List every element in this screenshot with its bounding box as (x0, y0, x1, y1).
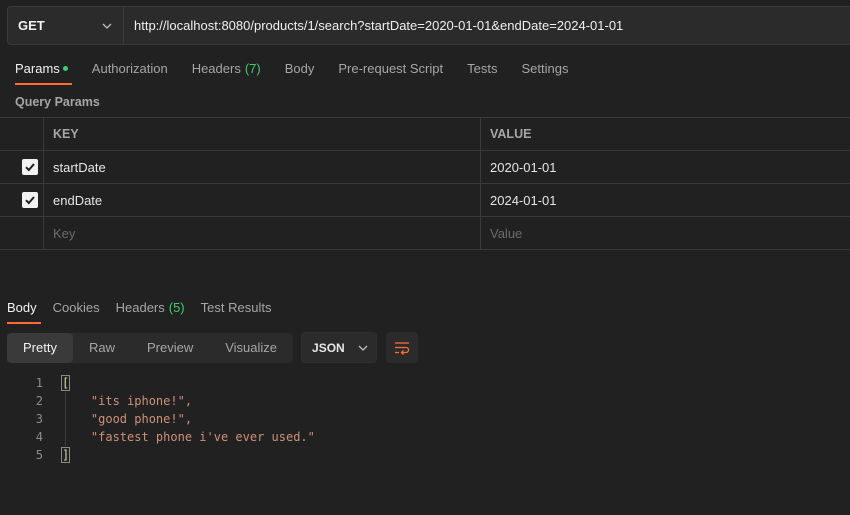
close-bracket: ] (60, 447, 71, 463)
method-select[interactable]: GET (8, 7, 124, 44)
param-checkbox[interactable] (21, 192, 38, 208)
query-params-table: KEY VALUE startDate 2020-01-01 endDate 2… (0, 117, 850, 250)
table-row: startDate 2020-01-01 (0, 151, 850, 184)
response-toolbar: Pretty Raw Preview Visualize JSON (7, 332, 419, 363)
request-url-bar: GET http://localhost:8080/products/1/sea… (7, 6, 850, 45)
chevron-down-icon (102, 23, 112, 29)
tab-response-body[interactable]: Body (7, 300, 41, 324)
table-row: endDate 2024-01-01 (0, 184, 850, 217)
params-active-indicator (62, 66, 68, 71)
tab-tests[interactable]: Tests (467, 61, 497, 85)
new-param-checkbox-cell (0, 217, 44, 249)
tab-authorization[interactable]: Authorization (92, 61, 168, 85)
tab-response-headers[interactable]: Headers (5) (116, 300, 185, 324)
param-key[interactable]: endDate (44, 184, 481, 216)
checkmark-icon (24, 196, 35, 205)
code-text: ] (43, 446, 71, 464)
tab-settings-label: Settings (521, 61, 569, 76)
chevron-down-icon (358, 345, 368, 351)
tab-response-body-label: Body (7, 300, 37, 315)
code-text: "fastest phone i've ever used." (43, 428, 315, 446)
code-line: 2 "its iphone!", (0, 392, 315, 410)
table-header-row: KEY VALUE (0, 118, 850, 151)
new-value-input[interactable]: Value (481, 217, 850, 249)
param-checkbox-cell (0, 184, 44, 216)
tab-headers-label: Headers (191, 61, 241, 76)
tab-test-results[interactable]: Test Results (201, 300, 272, 324)
tab-body-label: Body (284, 61, 315, 76)
code-text: [ (43, 374, 71, 392)
request-tabs: Params Authorization Headers (7) Body Pre… (15, 61, 592, 85)
view-preview-button[interactable]: Preview (131, 333, 209, 363)
tab-cookies[interactable]: Cookies (53, 300, 100, 324)
param-value[interactable]: 2024-01-01 (481, 184, 850, 216)
tab-cookies-label: Cookies (52, 300, 100, 315)
tab-pre-request-script-label: Pre-request Script (338, 61, 444, 76)
tab-params-label: Params (15, 61, 60, 76)
tab-test-results-label: Test Results (200, 300, 272, 315)
open-bracket: [ (60, 375, 71, 391)
tab-headers[interactable]: Headers (7) (192, 61, 261, 85)
line-number: 4 (35, 430, 43, 444)
code-line: 3 "good phone!", (0, 410, 315, 428)
header-key: KEY (44, 118, 481, 150)
tab-pre-request-script[interactable]: Pre-request Script (338, 61, 443, 85)
code-text: "good phone!", (43, 410, 192, 428)
header-value: VALUE (490, 127, 532, 141)
line-number: 5 (35, 448, 43, 462)
new-key-input[interactable]: Key (44, 217, 481, 249)
headers-count: (7) (244, 61, 261, 76)
json-string: "fastest phone i've ever used." (90, 430, 315, 444)
header-checkbox-cell (0, 118, 44, 150)
param-checkbox[interactable] (21, 159, 38, 175)
view-mode-switch: Pretty Raw Preview Visualize (7, 332, 294, 363)
response-headers-count: (5) (168, 300, 185, 315)
param-value[interactable]: 2020-01-01 (481, 151, 850, 183)
checkmark-icon (24, 163, 35, 172)
wrap-lines-icon (395, 341, 410, 355)
response-tabs: Body Cookies Headers (5) Test Results (7, 300, 287, 324)
line-number: 3 (35, 412, 43, 426)
tab-params[interactable]: Params (15, 61, 72, 85)
param-key[interactable]: startDate (44, 151, 481, 183)
json-string: "good phone!", (90, 412, 193, 426)
response-body-code: 1 [ 2 "its iphone!", 3 "good phone!", 4 … (0, 374, 315, 464)
line-number: 1 (35, 376, 43, 390)
view-visualize-button[interactable]: Visualize (209, 333, 293, 363)
format-label: JSON (312, 340, 345, 355)
tab-settings[interactable]: Settings (521, 61, 568, 85)
view-raw-button[interactable]: Raw (73, 333, 131, 363)
code-text: "its iphone!", (43, 392, 192, 410)
view-pretty-button[interactable]: Pretty (7, 332, 73, 363)
code-line: 4 "fastest phone i've ever used." (0, 428, 315, 446)
tab-tests-label: Tests (467, 61, 498, 76)
code-line: 5 ] (0, 446, 315, 464)
code-line: 1 [ (0, 374, 315, 392)
method-label: GET (18, 18, 45, 33)
format-select[interactable]: JSON (301, 332, 378, 363)
table-row-new: Key Value (0, 217, 850, 250)
tab-response-headers-label: Headers (115, 300, 165, 315)
url-input[interactable]: http://localhost:8080/products/1/search?… (124, 7, 850, 44)
line-number: 2 (35, 394, 43, 408)
query-params-title: Query Params (15, 95, 100, 109)
tab-authorization-label: Authorization (91, 61, 168, 76)
json-string: "its iphone!", (90, 394, 193, 408)
param-checkbox-cell (0, 151, 44, 183)
tab-body[interactable]: Body (285, 61, 315, 85)
wrap-lines-button[interactable] (386, 332, 419, 363)
